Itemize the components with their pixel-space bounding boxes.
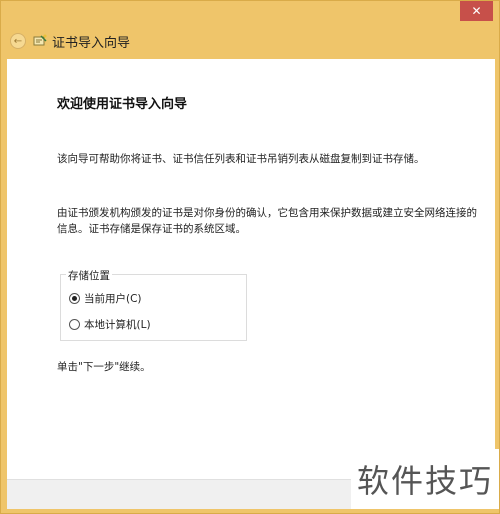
intro-text: 该向导可帮助你将证书、证书信任列表和证书吊销列表从磁盘复制到证书存储。 <box>57 153 425 165</box>
info-text: 由证书颁发机构颁发的证书是对你身份的确认，它包含用来保护数据或建立安全网络连接的… <box>57 207 477 235</box>
store-location-group: 存储位置 当前用户(C) 本地计算机(L) <box>60 268 247 341</box>
radio-unchecked-icon[interactable] <box>69 319 80 330</box>
radio-current-user-label: 当前用户(C) <box>84 293 142 305</box>
radio-local-machine[interactable]: 本地计算机(L) <box>69 317 151 332</box>
back-button[interactable]: ← <box>10 33 26 49</box>
wizard-content: 欢迎使用证书导入向导 该向导可帮助你将证书、证书信任列表和证书吊销列表从磁盘复制… <box>7 59 495 479</box>
radio-current-user[interactable]: 当前用户(C) <box>69 291 142 306</box>
continue-text: 单击"下一步"继续。 <box>57 361 151 373</box>
watermark: 软件技巧 <box>351 449 499 509</box>
wizard-window: ✕ ← 证书导入向导 欢迎使用证书导入向导 该向导可帮助你将证书、证书信任列表和… <box>0 0 500 514</box>
close-icon: ✕ <box>471 4 482 18</box>
store-location-legend: 存储位置 <box>66 268 112 283</box>
header-bar: ← 证书导入向导 <box>1 23 500 59</box>
page-title: 欢迎使用证书导入向导 <box>57 97 188 112</box>
radio-checked-icon[interactable] <box>69 293 80 304</box>
certificate-wizard-icon <box>33 34 47 46</box>
back-arrow-icon: ← <box>13 35 23 47</box>
wizard-title: 证书导入向导 <box>52 35 131 51</box>
close-button[interactable]: ✕ <box>460 1 493 21</box>
radio-local-machine-label: 本地计算机(L) <box>84 319 151 331</box>
